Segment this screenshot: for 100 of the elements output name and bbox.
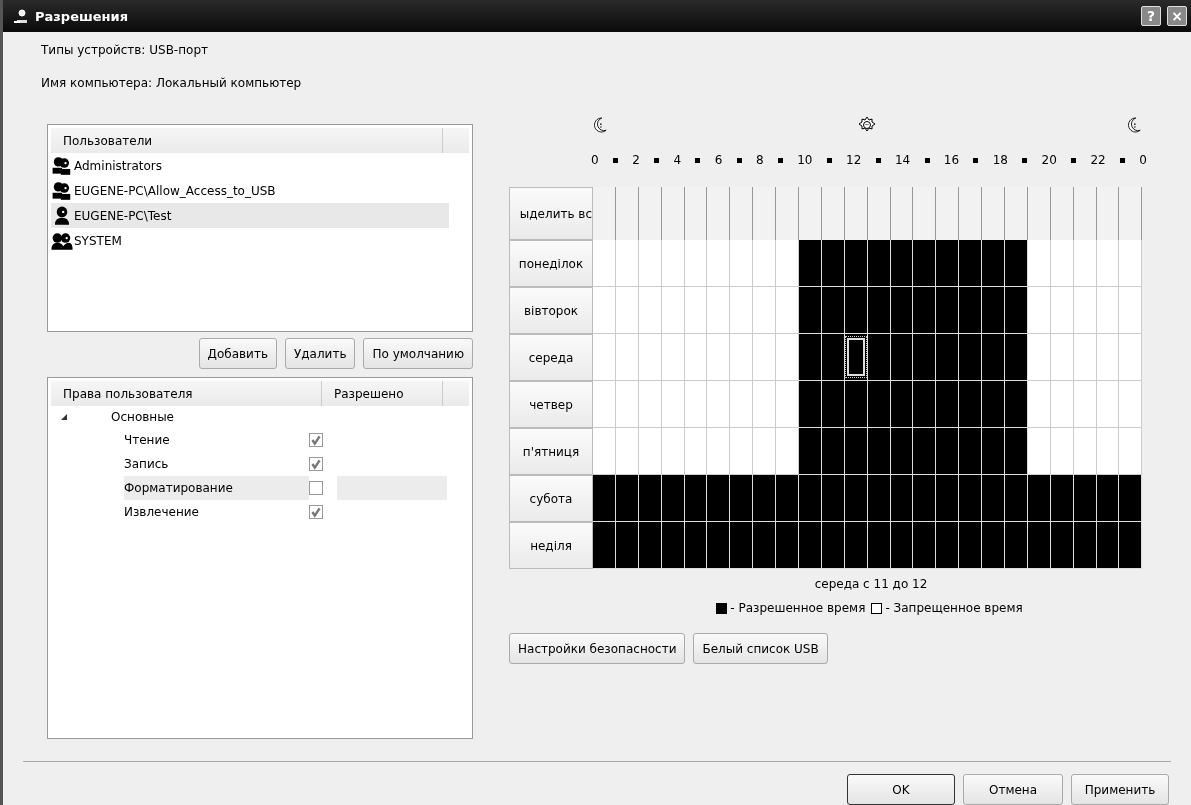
schedule-cell[interactable] bbox=[1027, 522, 1051, 569]
schedule-cell[interactable] bbox=[776, 475, 799, 522]
schedule-cell[interactable] bbox=[936, 428, 960, 475]
schedule-cell[interactable] bbox=[1096, 334, 1120, 381]
schedule-cell[interactable] bbox=[707, 428, 731, 475]
schedule-cell[interactable] bbox=[821, 428, 845, 475]
day-button[interactable]: понеділок bbox=[509, 240, 593, 287]
schedule-cell[interactable] bbox=[730, 240, 754, 287]
schedule-cell[interactable] bbox=[684, 334, 708, 381]
schedule-cell[interactable] bbox=[593, 428, 616, 475]
schedule-cell[interactable] bbox=[844, 381, 868, 428]
schedule-cell[interactable] bbox=[959, 475, 983, 522]
schedule-cell[interactable] bbox=[776, 240, 799, 287]
schedule-cell[interactable] bbox=[821, 522, 845, 569]
schedule-cell[interactable] bbox=[593, 240, 616, 287]
schedule-cell[interactable] bbox=[707, 334, 731, 381]
checkbox[interactable] bbox=[309, 505, 323, 519]
ok-button[interactable]: OK bbox=[847, 774, 955, 805]
schedule-cell[interactable] bbox=[1073, 240, 1097, 287]
schedule-cell[interactable] bbox=[959, 287, 983, 334]
schedule-cell[interactable] bbox=[890, 381, 914, 428]
tree-item-label[interactable]: Форматирование bbox=[124, 476, 309, 500]
schedule-cell[interactable] bbox=[959, 522, 983, 569]
day-button[interactable]: п'ятниця bbox=[509, 428, 593, 475]
schedule-cell[interactable] bbox=[684, 240, 708, 287]
schedule-cell[interactable] bbox=[867, 334, 891, 381]
schedule-cell[interactable] bbox=[1005, 428, 1028, 475]
schedule-cell[interactable] bbox=[707, 287, 731, 334]
schedule-cell[interactable] bbox=[1073, 334, 1097, 381]
schedule-cell[interactable] bbox=[684, 428, 708, 475]
schedule-cell[interactable] bbox=[890, 522, 914, 569]
schedule-cell[interactable] bbox=[1050, 381, 1074, 428]
schedule-cell[interactable] bbox=[1005, 475, 1028, 522]
schedule-cell[interactable] bbox=[661, 240, 685, 287]
schedule-cell[interactable] bbox=[959, 240, 983, 287]
schedule-cell[interactable] bbox=[1027, 334, 1051, 381]
schedule-cell[interactable] bbox=[1096, 428, 1120, 475]
tree-item-label[interactable]: Запись bbox=[124, 452, 309, 476]
day-button[interactable]: середа bbox=[509, 334, 593, 381]
help-button[interactable]: ? bbox=[1141, 6, 1161, 26]
schedule-cell[interactable] bbox=[982, 475, 1006, 522]
schedule-cell[interactable] bbox=[615, 287, 639, 334]
user-list-item[interactable]: EUGENE-PC\Allow_Access_to_USB bbox=[51, 178, 449, 203]
schedule-cell[interactable] bbox=[959, 428, 983, 475]
schedule-cell[interactable] bbox=[661, 381, 685, 428]
schedule-cell[interactable] bbox=[1050, 428, 1074, 475]
schedule-cell[interactable] bbox=[1005, 522, 1028, 569]
schedule-cell[interactable] bbox=[593, 334, 616, 381]
schedule-cell[interactable] bbox=[799, 428, 822, 475]
schedule-cell[interactable] bbox=[1096, 240, 1120, 287]
action-button[interactable]: Белый список USB bbox=[693, 633, 828, 664]
schedule-cell[interactable] bbox=[867, 428, 891, 475]
schedule-cell[interactable] bbox=[1005, 240, 1028, 287]
schedule-cell[interactable] bbox=[684, 522, 708, 569]
schedule-cell[interactable] bbox=[1073, 381, 1097, 428]
schedule-cell[interactable] bbox=[1119, 240, 1143, 287]
schedule-cell[interactable] bbox=[1005, 381, 1028, 428]
schedule-cell[interactable] bbox=[707, 240, 731, 287]
action-button[interactable]: Добавить bbox=[198, 338, 277, 369]
schedule-cell[interactable] bbox=[684, 287, 708, 334]
checkbox[interactable] bbox=[309, 481, 323, 495]
schedule-cell[interactable] bbox=[730, 522, 754, 569]
schedule-cell[interactable] bbox=[638, 287, 662, 334]
action-button[interactable]: По умолчанию bbox=[363, 338, 473, 369]
schedule-cell[interactable] bbox=[730, 381, 754, 428]
schedule-cell[interactable] bbox=[753, 334, 777, 381]
schedule-cell[interactable] bbox=[615, 381, 639, 428]
schedule-cell[interactable] bbox=[638, 381, 662, 428]
schedule-cell[interactable] bbox=[799, 475, 822, 522]
schedule-cell[interactable] bbox=[799, 334, 822, 381]
schedule-cell[interactable] bbox=[867, 240, 891, 287]
schedule-cell[interactable] bbox=[615, 475, 639, 522]
schedule-cell[interactable] bbox=[593, 287, 616, 334]
schedule-cell[interactable] bbox=[1027, 475, 1051, 522]
schedule-cell[interactable] bbox=[776, 381, 799, 428]
schedule-cell[interactable] bbox=[1119, 428, 1143, 475]
schedule-cell[interactable] bbox=[821, 287, 845, 334]
schedule-cell[interactable] bbox=[753, 428, 777, 475]
schedule-cell[interactable] bbox=[638, 428, 662, 475]
schedule-cell[interactable] bbox=[730, 475, 754, 522]
dialog-button[interactable]: Отмена bbox=[963, 774, 1063, 805]
schedule-cell[interactable] bbox=[684, 475, 708, 522]
schedule-cell[interactable] bbox=[1050, 240, 1074, 287]
schedule-cell[interactable] bbox=[730, 287, 754, 334]
schedule-cell[interactable] bbox=[936, 287, 960, 334]
schedule-cell[interactable] bbox=[1119, 381, 1143, 428]
day-button[interactable]: субота bbox=[509, 475, 593, 522]
schedule-cell[interactable] bbox=[867, 522, 891, 569]
schedule-cell[interactable] bbox=[684, 381, 708, 428]
schedule-cell[interactable] bbox=[890, 287, 914, 334]
schedule-cell[interactable] bbox=[982, 522, 1006, 569]
checkbox[interactable] bbox=[309, 433, 323, 447]
schedule-cell[interactable] bbox=[936, 334, 960, 381]
schedule-cell[interactable] bbox=[593, 381, 616, 428]
user-list-item[interactable]: SYSTEM bbox=[51, 228, 449, 253]
schedule-cell[interactable] bbox=[593, 522, 616, 569]
schedule-cell[interactable] bbox=[661, 334, 685, 381]
schedule-cell[interactable] bbox=[890, 475, 914, 522]
schedule-cell[interactable] bbox=[982, 381, 1006, 428]
schedule-cell[interactable] bbox=[913, 381, 937, 428]
